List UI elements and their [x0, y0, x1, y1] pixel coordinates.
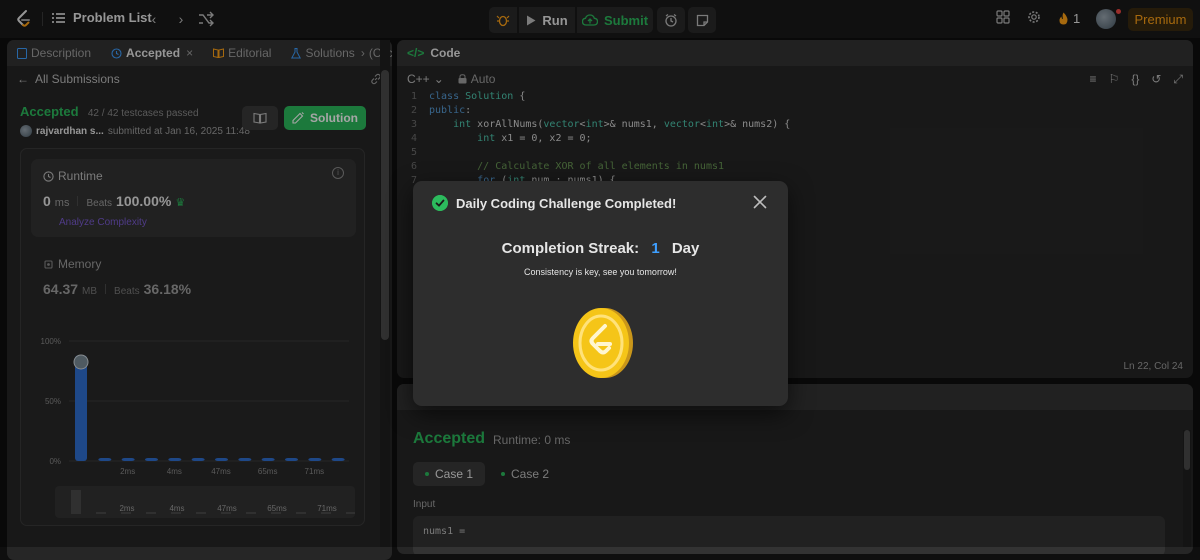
completion-streak: Completion Streak: 1 Day: [413, 240, 788, 257]
daily-challenge-modal: Daily Coding Challenge Completed! Comple…: [413, 181, 788, 406]
leetcode-coin-icon: [573, 308, 633, 378]
streak-unit: Day: [671, 240, 700, 257]
close-icon[interactable]: [752, 194, 768, 210]
modal-title: Daily Coding Challenge Completed!: [456, 196, 677, 211]
streak-label: Completion Streak:: [501, 240, 640, 257]
check-circle-icon: [432, 195, 448, 211]
streak-number: 1: [651, 240, 660, 257]
consistency-message: Consistency is key, see you tomorrow!: [524, 267, 677, 277]
